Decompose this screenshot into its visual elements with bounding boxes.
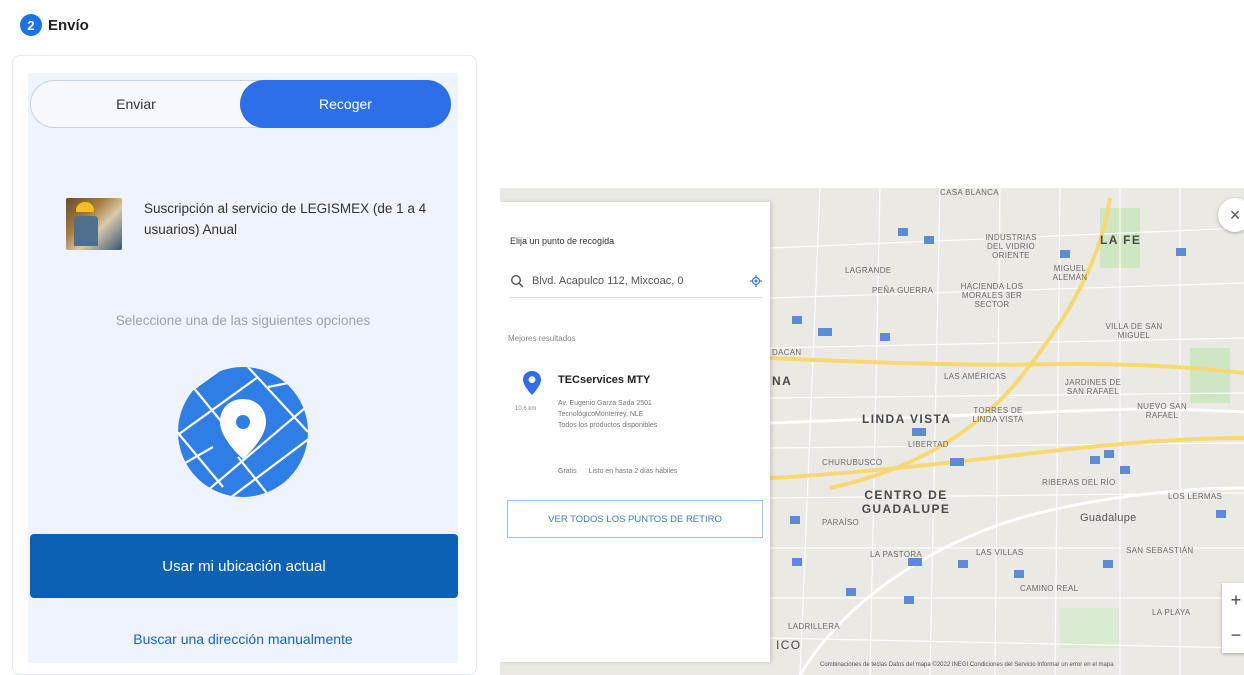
pickup-result-item[interactable]: 10.6 km TECservices MTY Av. Eugenio Garz… — [500, 362, 770, 477]
map-label: LADRILLERA — [788, 622, 840, 631]
map-label: DACAN — [772, 348, 802, 357]
instruction-text: Seleccione una de las siguientes opcione… — [115, 313, 371, 328]
map-label: PEÑA GUERRA — [872, 286, 934, 295]
map-label: HACIENDA LOS MORALES 3ER SECTOR — [960, 282, 1024, 309]
step-number-badge: 2 — [20, 14, 42, 36]
map-label: JARDINES DE SAN RAFAEL — [1064, 378, 1122, 396]
map-label: VILLA DE SAN MIGUEL — [1105, 322, 1163, 340]
map-label: ICO — [776, 638, 802, 652]
map-label: MIGUEL ALEMÁN — [1052, 264, 1088, 282]
map-attribution: Combinaciones de teclas Datos del mapa ©… — [820, 662, 1114, 668]
search-icon — [510, 274, 524, 287]
map-label: CHURUBUSCO — [822, 458, 883, 467]
use-current-location-button[interactable]: Usar mi ubicación actual — [30, 534, 458, 598]
zoom-in-button[interactable]: + — [1222, 583, 1244, 618]
map-label: CENTRO DE GUADALUPE — [861, 488, 951, 516]
product-summary: Suscripción al servicio de LEGISMEX (de … — [66, 198, 434, 250]
location-map-illustration — [178, 367, 308, 497]
pickup-points-panel: Elija un punto de recogida Blvd. Acapulc… — [500, 202, 770, 662]
address-search-input[interactable]: Blvd. Acapulco 112, Mixcoac, 0 — [532, 275, 742, 287]
map-label: LA PASTORA — [870, 550, 923, 559]
map-label: LA PLAYA — [1152, 608, 1191, 617]
delivery-mode-toggle: Enviar Recoger — [30, 80, 451, 128]
map-label: LAGRANDE — [845, 266, 892, 275]
result-address: Av. Eugenio Garza Sada 2501 TecnológicoM… — [558, 398, 733, 431]
map-pin-icon — [523, 371, 541, 395]
product-thumbnail — [66, 198, 122, 250]
map-label: INDUSTRIAS DEL VIDRIO ORIENTE — [985, 233, 1037, 260]
map-label: PARAÍSO — [822, 518, 860, 527]
zoom-out-button[interactable]: − — [1222, 618, 1244, 653]
result-meta: Gratis Listo en hasta 2 días hábiles — [558, 468, 677, 475]
step-title: Envío — [48, 16, 89, 34]
map-label: LOS LERMAS — [1168, 492, 1223, 501]
map-label: LA FE — [1100, 233, 1142, 247]
map-label: CAMINO REAL — [1020, 584, 1079, 593]
pickup-map[interactable]: CASA BLANCA LA FE INDUSTRIAS DEL VIDRIO … — [500, 188, 1244, 675]
result-ready-time: Listo en hasta 2 días hábiles — [588, 468, 678, 475]
result-price: Gratis — [558, 468, 577, 475]
zoom-controls: + − — [1222, 583, 1244, 653]
result-name: TECservices MTY — [558, 374, 651, 386]
map-label: RIBERAS DEL RÍO — [1042, 478, 1116, 487]
product-name: Suscripción al servicio de LEGISMEX (de … — [144, 201, 427, 237]
result-address-line1: Av. Eugenio Garza Sada 2501 — [558, 400, 652, 407]
result-address-line2: TecnológicoMonterrey, NLE — [558, 411, 644, 418]
close-icon[interactable]: × — [1218, 198, 1244, 232]
map-label: TORRES DE LINDA VISTA — [972, 406, 1024, 424]
map-label: Guadalupe — [1080, 512, 1137, 524]
send-option[interactable]: Enviar — [31, 81, 241, 127]
map-label: CASA BLANCA — [940, 188, 999, 197]
result-distance: 10.6 km — [515, 406, 537, 412]
map-label: NUEVO SAN RAFAEL — [1137, 402, 1187, 420]
step-header: 2 Envío — [20, 14, 89, 36]
map-label: LIBERTAD — [908, 440, 949, 449]
map-label: LINDA VISTA — [862, 412, 952, 426]
map-label: LAS VILLAS — [976, 548, 1024, 557]
result-availability: Todos los productos disponibles — [558, 422, 658, 429]
crosshair-icon[interactable] — [750, 274, 762, 287]
map-label: SAN SEBASTIÁN — [1126, 546, 1194, 555]
results-heading: Mejores resultados — [508, 334, 576, 343]
panel-title: Elija un punto de recogida — [510, 236, 615, 246]
view-all-pickup-points-button[interactable]: VER TODOS LOS PUNTOS DE RETIRO — [507, 500, 763, 538]
map-label: NA — [772, 374, 793, 388]
manual-address-link[interactable]: Buscar una dirección manualmente — [28, 631, 458, 647]
map-label: LAS AMÉRICAS — [944, 372, 1007, 381]
pickup-option[interactable]: Recoger — [240, 80, 451, 128]
address-search-field[interactable]: Blvd. Acapulco 112, Mixcoac, 0 — [510, 264, 762, 298]
